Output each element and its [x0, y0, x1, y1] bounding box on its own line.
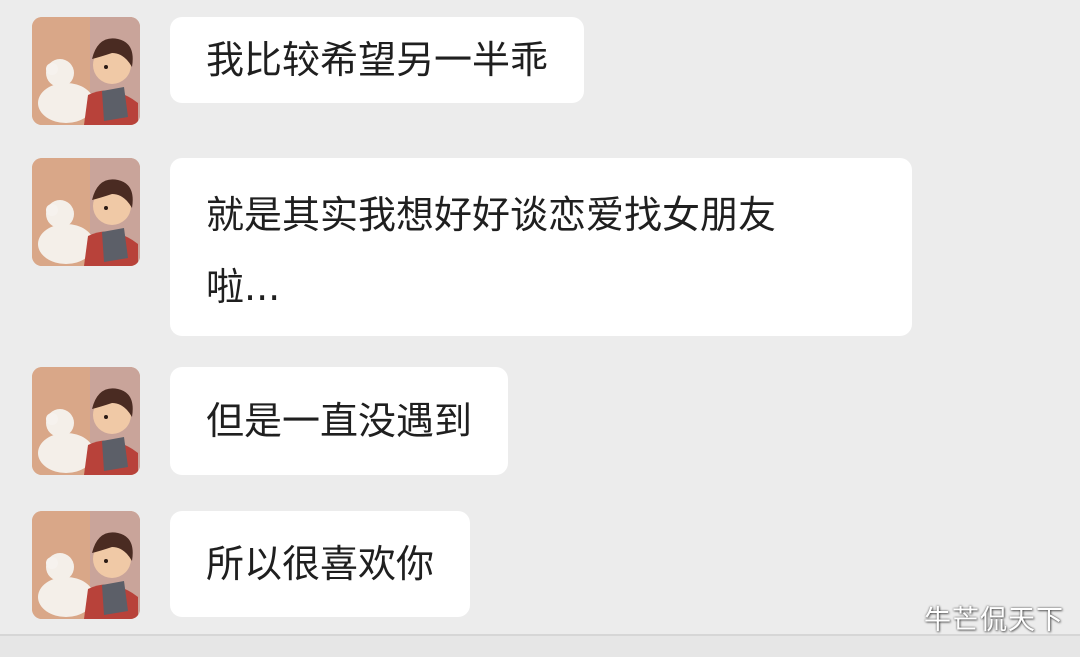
- message-line: 就是其实我想好好谈恋爱找女朋友: [206, 193, 777, 237]
- sender-avatar[interactable]: [32, 511, 140, 619]
- avatar-illustration-icon: [32, 17, 140, 125]
- message-bubble[interactable]: 所以很喜欢你: [170, 511, 471, 617]
- message-bubble[interactable]: 我比较希望另一半乖: [170, 17, 585, 103]
- avatar-illustration-icon: [32, 158, 140, 266]
- message-bubble[interactable]: 就是其实我想好好谈恋爱找女朋友 啦...: [170, 158, 912, 336]
- message-bubble[interactable]: 但是一直没遇到: [170, 367, 509, 475]
- bottom-input-bar: [0, 634, 1080, 657]
- sender-avatar[interactable]: [32, 158, 140, 266]
- avatar-illustration-icon: [32, 367, 140, 475]
- watermark-text: 牛芒侃天下: [924, 605, 1064, 636]
- sender-avatar[interactable]: [32, 17, 140, 125]
- avatar-illustration-icon: [32, 511, 140, 619]
- chat-message-list: 我比较希望另一半乖 就是其实我想好好谈恋爱找女朋友 啦... 但是一直没遇到 所…: [0, 0, 1080, 655]
- sender-avatar[interactable]: [32, 367, 140, 475]
- message-line: 啦...: [206, 265, 281, 309]
